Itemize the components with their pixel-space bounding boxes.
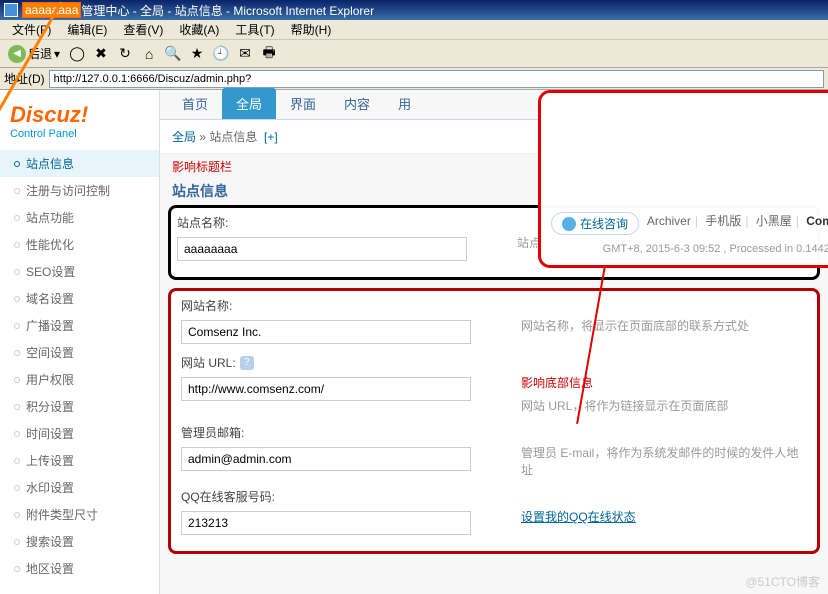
tab-user[interactable]: 用	[384, 88, 425, 119]
refresh-button[interactable]: ↻	[114, 43, 136, 65]
sidebar-item-11[interactable]: 上传设置	[0, 447, 159, 474]
bullet-icon	[14, 296, 20, 302]
sidebar-item-12[interactable]: 水印设置	[0, 474, 159, 501]
addressbar: 地址(D)	[0, 68, 828, 90]
tab-home[interactable]: 首页	[168, 88, 222, 119]
bullet-icon	[14, 269, 20, 275]
bullet-icon	[14, 512, 20, 518]
title-text: 管理中心 - 全局 - 站点信息 - Microsoft Internet Ex…	[81, 2, 374, 19]
site-name-input[interactable]	[177, 237, 467, 261]
bullet-icon	[14, 161, 20, 167]
sidebar-item-7[interactable]: 空间设置	[0, 339, 159, 366]
qq-label: QQ在线客服号码:	[181, 488, 501, 505]
sidebar-item-6[interactable]: 广播设置	[0, 312, 159, 339]
link-blackroom[interactable]: 小黑屋	[756, 214, 792, 228]
bullet-icon	[14, 485, 20, 491]
bullet-icon	[14, 350, 20, 356]
sidebar-item-13[interactable]: 附件类型尺寸	[0, 501, 159, 528]
sidebar-item-3[interactable]: 性能优化	[0, 231, 159, 258]
sidebar: Discuz! Control Panel 站点信息注册与访问控制站点功能性能优…	[0, 90, 160, 594]
menu-view[interactable]: 查看(V)	[115, 21, 171, 38]
menu-tools[interactable]: 工具(T)	[227, 21, 282, 38]
breadcrumb-plus[interactable]: [+]	[264, 130, 278, 144]
website-url-input[interactable]	[181, 377, 471, 401]
menu-favorites[interactable]: 收藏(A)	[171, 21, 227, 38]
sidebar-item-10[interactable]: 时间设置	[0, 420, 159, 447]
toolbar: ◀ 后退 ▾ ◯ ✖ ↻ ⌂ 🔍 ★ 🕘 ✉ 🖶	[0, 40, 828, 68]
website-url-desc: 网站 URL，将作为链接显示在页面底部	[521, 397, 807, 414]
bullet-icon	[14, 458, 20, 464]
mail-icon[interactable]: ✉	[234, 43, 256, 65]
address-input[interactable]	[49, 70, 824, 88]
bullet-icon	[14, 377, 20, 383]
annotation-footer-effect: 影响底部信息	[521, 374, 807, 391]
bullet-icon	[14, 242, 20, 248]
address-label: 地址(D)	[4, 70, 45, 87]
bullet-icon	[14, 566, 20, 572]
ie-icon	[4, 3, 18, 17]
menubar: 文件(F) 编辑(E) 查看(V) 收藏(A) 工具(T) 帮助(H)	[0, 20, 828, 40]
website-name-label: 网站名称:	[181, 297, 501, 314]
menu-help[interactable]: 帮助(H)	[283, 21, 340, 38]
stop-button[interactable]: ✖	[90, 43, 112, 65]
search-icon[interactable]: 🔍	[162, 43, 184, 65]
chat-button[interactable]: 在线咨询	[551, 212, 639, 235]
sidebar-item-2[interactable]: 站点功能	[0, 204, 159, 231]
back-icon: ◀	[8, 45, 26, 63]
website-url-label: 网站 URL: ?	[181, 354, 501, 371]
bullet-icon	[14, 431, 20, 437]
logo: Discuz! Control Panel	[0, 98, 159, 150]
help-icon[interactable]: ?	[240, 356, 254, 370]
site-name-label: 站点名称:	[177, 214, 497, 231]
sidebar-item-8[interactable]: 用户权限	[0, 366, 159, 393]
admin-email-desc: 管理员 E-mail，将作为系统发邮件的时候的发件人地址	[501, 424, 807, 478]
bullet-icon	[14, 188, 20, 194]
admin-email-input[interactable]	[181, 447, 471, 471]
menu-edit[interactable]: 编辑(E)	[59, 21, 115, 38]
bullet-icon	[14, 404, 20, 410]
tab-global[interactable]: 全局	[222, 88, 276, 119]
qq-input[interactable]	[181, 511, 471, 535]
sidebar-item-0[interactable]: 站点信息	[0, 150, 159, 177]
breadcrumb-current: 站点信息	[209, 130, 257, 144]
bullet-icon	[14, 215, 20, 221]
favorites-icon[interactable]: ★	[186, 43, 208, 65]
preview-meta: GMT+8, 2015-6-3 09:52 , Processed in 0.1…	[603, 243, 828, 255]
chat-icon	[562, 217, 576, 231]
footer-preview-overlay: 本版积分规则 ⊠ 在线咨询 Archiver| 手机版| 小黑屋| Comsen…	[538, 90, 828, 268]
watermark: @51CTO博客	[745, 573, 820, 590]
forward-button[interactable]: ◯	[66, 43, 88, 65]
logo-brand: Discuz!	[10, 102, 149, 128]
bullet-icon	[14, 539, 20, 545]
history-icon[interactable]: 🕘	[210, 43, 232, 65]
menu-file[interactable]: 文件(F)	[4, 21, 59, 38]
sidebar-item-5[interactable]: 域名设置	[0, 285, 159, 312]
website-name-desc: 网站名称，将显示在页面底部的联系方式处	[501, 297, 807, 344]
home-button[interactable]: ⌂	[138, 43, 160, 65]
breadcrumb-root[interactable]: 全局	[172, 130, 196, 144]
link-mobile[interactable]: 手机版	[705, 214, 741, 228]
link-company[interactable]: Comsenz Inc.	[806, 214, 828, 228]
main-content: 首页 全局 界面 内容 用 全局 » 站点信息 [+] 影响标题栏 站点信息 站…	[160, 90, 828, 594]
sidebar-item-4[interactable]: SEO设置	[0, 258, 159, 285]
website-name-input[interactable]	[181, 320, 471, 344]
link-archiver[interactable]: Archiver	[647, 214, 691, 228]
qq-status-link[interactable]: 设置我的QQ在线状态	[521, 510, 636, 524]
tab-ui[interactable]: 界面	[276, 88, 330, 119]
window-titlebar: aaaaaaaa 管理中心 - 全局 - 站点信息 - Microsoft In…	[0, 0, 828, 20]
sidebar-item-1[interactable]: 注册与访问控制	[0, 177, 159, 204]
dropdown-icon: ▾	[54, 47, 60, 61]
footer-info-box: 网站名称: 网站名称，将显示在页面底部的联系方式处 网站 URL: ? 影响底部…	[168, 288, 820, 554]
admin-email-label: 管理员邮箱:	[181, 424, 501, 441]
sidebar-item-14[interactable]: 搜索设置	[0, 528, 159, 555]
print-icon[interactable]: 🖶	[258, 43, 280, 65]
sidebar-item-9[interactable]: 积分设置	[0, 393, 159, 420]
logo-sub: Control Panel	[10, 128, 149, 140]
tab-content[interactable]: 内容	[330, 88, 384, 119]
bullet-icon	[14, 323, 20, 329]
sidebar-item-15[interactable]: 地区设置	[0, 555, 159, 582]
